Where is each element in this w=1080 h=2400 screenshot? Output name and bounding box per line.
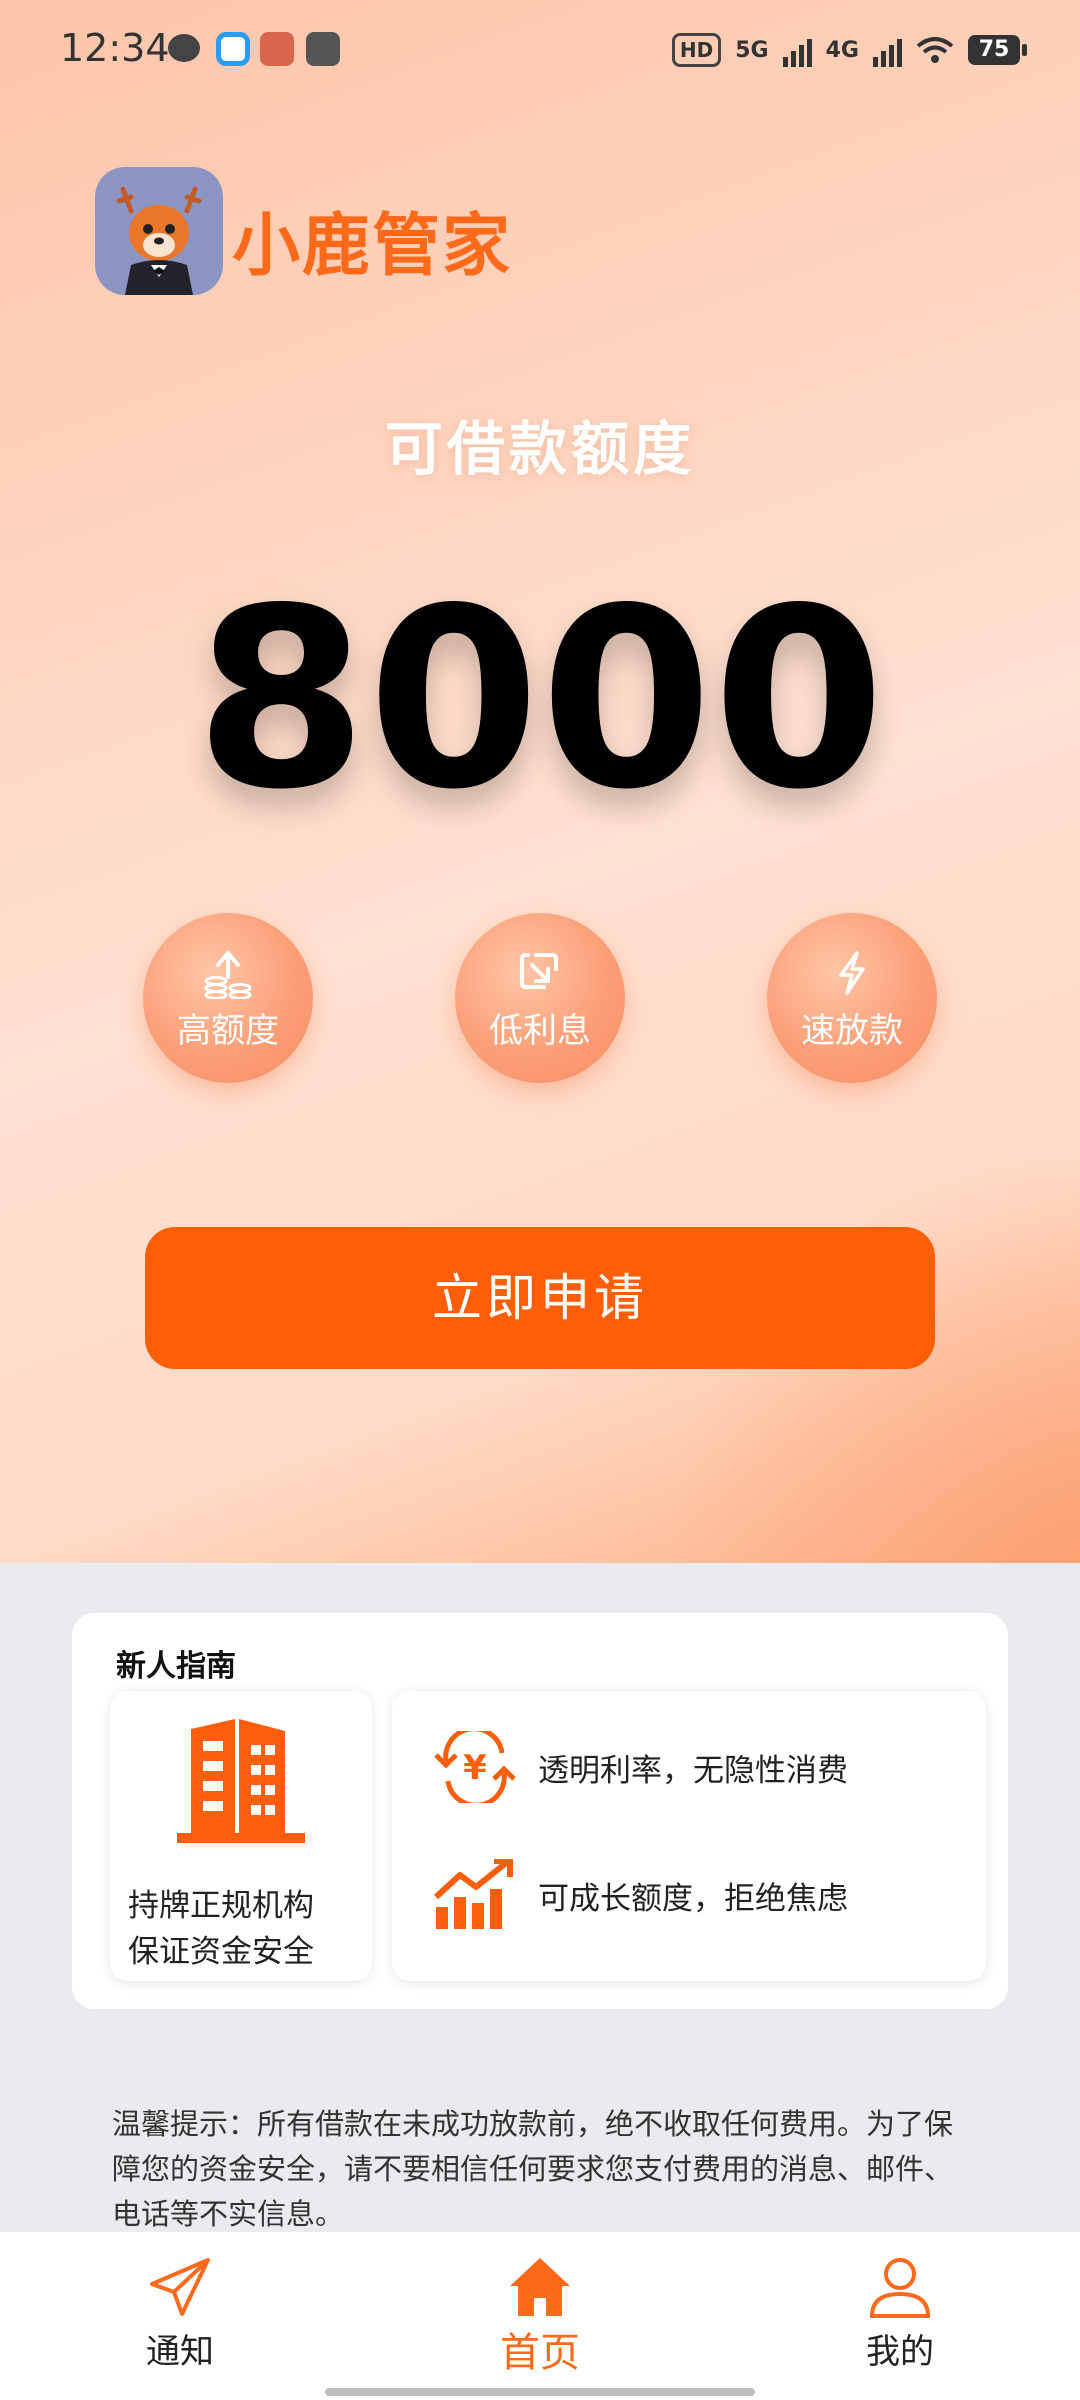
coins-up-icon xyxy=(204,951,252,999)
guide-title: 新人指南 xyxy=(116,1649,236,1684)
signal-icon xyxy=(782,33,812,67)
feature-label: 高额度 xyxy=(177,1011,279,1051)
app-notification-icon xyxy=(216,32,250,66)
signal-icon xyxy=(873,33,902,67)
nav-home[interactable]: 首页 xyxy=(460,2256,620,2378)
status-bar: 12:34 HD 5G 4G 75 xyxy=(0,0,1080,100)
app-logo xyxy=(95,167,223,295)
chat-notification-icon xyxy=(168,34,200,62)
nav-label: 首页 xyxy=(500,2330,580,2376)
gesture-home-bar[interactable] xyxy=(325,2388,755,2396)
guide-licensed-line: 持牌正规机构 xyxy=(128,1888,314,1924)
hd-badge: HD xyxy=(671,33,722,67)
guide-licensed-text: 持牌正规机构 保证资金安全 xyxy=(128,1883,314,1975)
game-notification-icon xyxy=(260,32,294,66)
warm-notice: 温馨提示：所有借款在未成功放款前，绝不收取任何费用。为了保障您的资金安全，请不要… xyxy=(112,2107,954,2231)
network-5g-label: 5G xyxy=(735,37,769,63)
nav-label: 通知 xyxy=(146,2332,214,2372)
nav-label: 我的 xyxy=(866,2332,934,2372)
guide-features-card: ¥ 透明利率，无隐性消费 可成长额度，拒绝焦虑 xyxy=(392,1691,986,1981)
feature-label: 低利息 xyxy=(489,1011,591,1051)
yen-cycle-icon: ¥ xyxy=(434,1731,516,1803)
building-icon xyxy=(177,1719,305,1843)
newcomer-guide-card: 新人指南 持牌正规机构 保证资金安全 ¥ 透明利率，无隐性消费 可成长额度，拒绝… xyxy=(72,1613,1008,2009)
feature-fast-loan: 速放款 xyxy=(767,913,937,1083)
guide-licensed-line: 保证资金安全 xyxy=(128,1934,314,1970)
feature-high-limit: 高额度 xyxy=(143,913,313,1083)
credit-limit-label: 可借款额度 xyxy=(384,415,695,483)
guide-licensed-card: 持牌正规机构 保证资金安全 xyxy=(110,1691,372,1981)
guide-row-text: 透明利率，无隐性消费 xyxy=(538,1752,848,1789)
paper-plane-icon xyxy=(150,2258,210,2316)
square-notification-icon xyxy=(306,32,340,66)
deer-mascot-icon xyxy=(116,186,202,295)
feature-low-interest: 低利息 xyxy=(455,913,625,1083)
feature-label: 速放款 xyxy=(801,1011,903,1051)
guide-row-text: 可成长额度，拒绝焦虑 xyxy=(538,1880,848,1917)
credit-limit-amount: 8000 xyxy=(194,556,886,844)
nav-profile[interactable]: 我的 xyxy=(820,2256,980,2373)
status-indicators: HD 5G 4G 75 xyxy=(671,30,1027,70)
network-4g-label: 4G xyxy=(825,37,859,63)
wifi-icon xyxy=(916,37,954,63)
guide-row-transparent-rate: ¥ 透明利率，无隐性消费 xyxy=(432,1731,848,1803)
lightning-icon xyxy=(839,951,865,995)
nav-notifications[interactable]: 通知 xyxy=(100,2256,260,2373)
apply-now-button[interactable]: 立即申请 xyxy=(145,1227,935,1369)
battery-icon: 75 xyxy=(968,35,1027,65)
bottom-nav: 通知 首页 我的 xyxy=(0,2232,1080,2400)
svg-text:¥: ¥ xyxy=(463,1748,487,1788)
guide-row-growing-limit: 可成长额度，拒绝焦虑 xyxy=(432,1859,848,1931)
arrow-down-right-icon xyxy=(520,953,558,989)
page: 12:34 HD 5G 4G 75 小鹿管家 可借款额度 8000 高额度 低利… xyxy=(0,0,1080,2400)
home-icon xyxy=(510,2258,570,2316)
user-icon xyxy=(869,2258,931,2318)
growth-chart-icon xyxy=(433,1859,513,1929)
brand-name: 小鹿管家 xyxy=(232,207,513,286)
status-time: 12:34 xyxy=(60,26,170,70)
